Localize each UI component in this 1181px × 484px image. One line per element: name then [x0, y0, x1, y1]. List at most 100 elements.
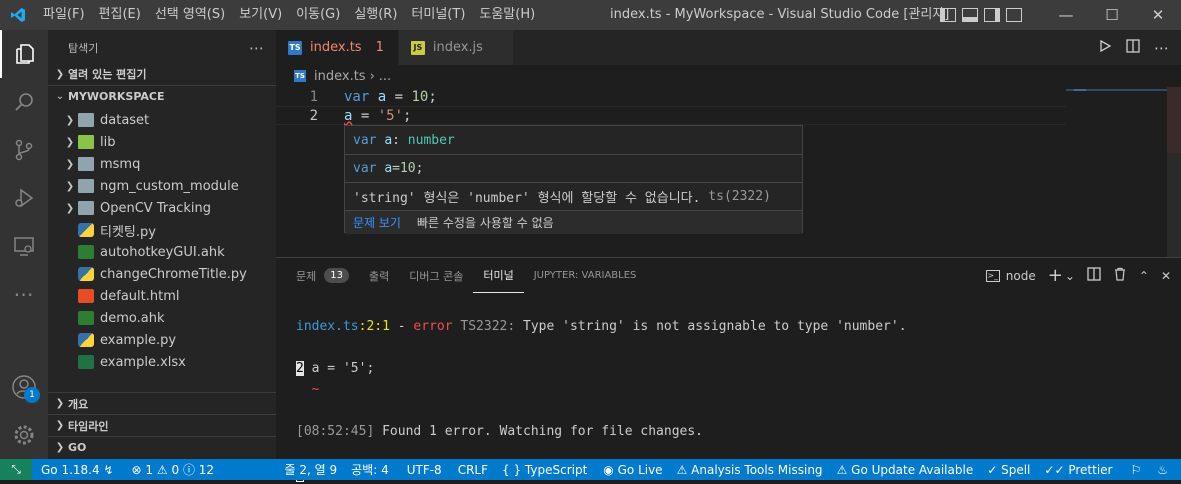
menu-run[interactable]: 실행(R): [347, 0, 404, 30]
explorer-icon[interactable]: [0, 30, 48, 78]
run-debug-icon[interactable]: [0, 174, 48, 222]
tree-file[interactable]: getServerDate.js: [48, 373, 276, 378]
terminal-icon: >_: [985, 269, 1000, 282]
encoding[interactable]: UTF-8: [402, 463, 447, 477]
folder-icon: [78, 135, 94, 149]
ahk-file-icon: [78, 245, 94, 259]
chevron-right-icon: ❯: [55, 420, 65, 431]
editor-more-icon[interactable]: ⋯: [1154, 39, 1169, 57]
tree-folder[interactable]: ❯ msmq: [48, 153, 276, 175]
toggle-sidebar-icon[interactable]: [940, 8, 956, 22]
tree-folder[interactable]: ❯ dataset: [48, 109, 276, 131]
tree-folder[interactable]: ❯ ngm_custom_module: [48, 175, 276, 197]
new-terminal-icon[interactable]: +: [1048, 265, 1063, 286]
tree-folder[interactable]: ❯ OpenCV Tracking: [48, 197, 276, 219]
cursor-position[interactable]: 줄 2, 열 9: [280, 461, 343, 478]
customize-layout-icon[interactable]: [1006, 8, 1022, 22]
more-icon[interactable]: ⋯: [0, 270, 48, 318]
menu-file[interactable]: 파일(F): [36, 0, 92, 30]
timeline-section[interactable]: ❯ 타임라인: [48, 414, 276, 436]
outline-section[interactable]: ❯ 개요: [48, 392, 276, 414]
close-icon[interactable]: ✕: [1135, 0, 1181, 30]
source-control-icon[interactable]: [0, 126, 48, 174]
breadcrumb-symbols[interactable]: ...: [379, 69, 391, 84]
indentation[interactable]: 공백: 4: [346, 461, 394, 478]
spell-check[interactable]: ✓ Spell: [982, 463, 1035, 477]
split-terminal-icon[interactable]: [1087, 267, 1101, 284]
accounts-icon[interactable]: 1: [0, 363, 48, 411]
tree-file[interactable]: changeChromeTitle.py: [48, 263, 276, 285]
tree-file[interactable]: autohotkeyGUI.ahk: [48, 241, 276, 263]
remote-indicator-icon[interactable]: ⤡: [0, 459, 32, 480]
tab-jupyter-variables[interactable]: JUPYTER: VARIABLES: [524, 258, 647, 293]
hover-error-message: 'string' 형식은 'number' 형식에 할당할 수 없습니다. ts…: [345, 182, 802, 210]
minimap[interactable]: [1066, 87, 1181, 257]
line-ending[interactable]: CRLF: [453, 463, 493, 477]
tree-file[interactable]: default.html: [48, 285, 276, 307]
feedback-icon[interactable]: ⚐: [1125, 463, 1146, 477]
tab-problems[interactable]: 문제 13: [286, 258, 359, 293]
go-update-warning[interactable]: ⚠ Go Update Available: [832, 463, 979, 477]
line-number: 1: [309, 88, 318, 105]
tree-folder[interactable]: ❯ lib: [48, 131, 276, 153]
problems-summary[interactable]: ⊗ 1 ⚠ 0 ⓘ 12: [127, 461, 220, 478]
split-editor-icon[interactable]: [1126, 38, 1140, 57]
menu-edit[interactable]: 편집(E): [92, 0, 148, 30]
terminal-shell-selector[interactable]: >_ node: [985, 269, 1036, 283]
prettier-status[interactable]: ✓✓ Prettier: [1039, 463, 1117, 477]
typescript-file-icon: TS: [294, 70, 306, 82]
tab-index-ts[interactable]: TS index.ts 1: [276, 30, 399, 65]
workspace-section[interactable]: ⌄ MYWORKSPACE: [48, 85, 276, 107]
close-panel-icon[interactable]: ✕: [1161, 269, 1171, 283]
run-code-icon[interactable]: [1098, 39, 1112, 57]
tree-item-label: example.py: [100, 332, 177, 348]
minimize-icon[interactable]: —: [1043, 0, 1089, 30]
menu-view[interactable]: 보기(V): [232, 0, 289, 30]
tab-problem-count: 1: [375, 40, 384, 55]
xlsx-file-icon: [78, 355, 94, 369]
window-title: index.ts - MyWorkspace - Visual Studio C…: [610, 7, 950, 22]
tree-item-label: OpenCV Tracking: [100, 200, 211, 216]
tab-terminal[interactable]: 터미널: [473, 258, 524, 293]
notifications-bell-icon[interactable]: ♨: [1152, 463, 1173, 477]
tree-file[interactable]: demo.ahk: [48, 307, 276, 329]
menu-go[interactable]: 이동(G): [289, 0, 347, 30]
maximize-icon[interactable]: ☐: [1089, 0, 1135, 30]
menu-selection[interactable]: 선택 영역(S): [148, 0, 232, 30]
braces-icon: { }: [502, 462, 522, 477]
analysis-tools-warning[interactable]: ⚠ Analysis Tools Missing: [672, 463, 828, 477]
folder-icon: [78, 157, 94, 171]
tree-file[interactable]: 티켓팅.py: [48, 219, 276, 241]
go-version[interactable]: Go 1.18.4 ↯: [36, 463, 119, 477]
menu-help[interactable]: 도움말(H): [472, 0, 542, 30]
breadcrumb-file[interactable]: index.ts: [314, 69, 366, 84]
language-mode[interactable]: { } TypeScript: [497, 463, 592, 477]
terminal-source-line: 2 a = '5';: [296, 361, 375, 376]
go-live-button[interactable]: ◉ Go Live: [598, 463, 667, 477]
breadcrumb-separator: ›: [369, 68, 375, 84]
py-file-icon: [78, 267, 94, 281]
tree-file[interactable]: example.py: [48, 329, 276, 351]
toggle-panel-icon[interactable]: [962, 8, 978, 22]
chevron-right-icon: ❯: [55, 442, 65, 453]
go-section[interactable]: ❯ GO: [48, 436, 276, 458]
open-editors-label: 열려 있는 편집기: [68, 68, 147, 81]
open-editors-section[interactable]: ❯ 열려 있는 편집기: [48, 63, 276, 85]
tab-debug-console[interactable]: 디버그 콘솔: [399, 258, 473, 293]
remote-explorer-icon[interactable]: [0, 222, 48, 270]
tree-file[interactable]: example.xlsx: [48, 351, 276, 373]
explorer-more-icon[interactable]: ⋯: [249, 39, 264, 57]
explorer-header: 탐색기 ⋯: [48, 30, 276, 65]
tab-index-js[interactable]: JS index.js: [398, 30, 514, 65]
toggle-secondary-sidebar-icon[interactable]: [984, 8, 1000, 22]
kill-terminal-icon[interactable]: [1113, 267, 1127, 284]
tab-output[interactable]: 출력: [359, 258, 399, 293]
terminal-status-line: [08:52:45] Found 1 error. Watching for f…: [296, 424, 704, 439]
search-icon[interactable]: [0, 78, 48, 126]
view-problem-link[interactable]: 문제 보기: [353, 214, 401, 231]
menu-terminal[interactable]: 터미널(T): [404, 0, 472, 30]
maximize-panel-icon[interactable]: ⌃: [1139, 269, 1149, 283]
editor-actions: ⋯: [1098, 30, 1169, 65]
chevron-down-icon[interactable]: ⌄: [1065, 269, 1075, 283]
settings-gear-icon[interactable]: [0, 411, 48, 459]
